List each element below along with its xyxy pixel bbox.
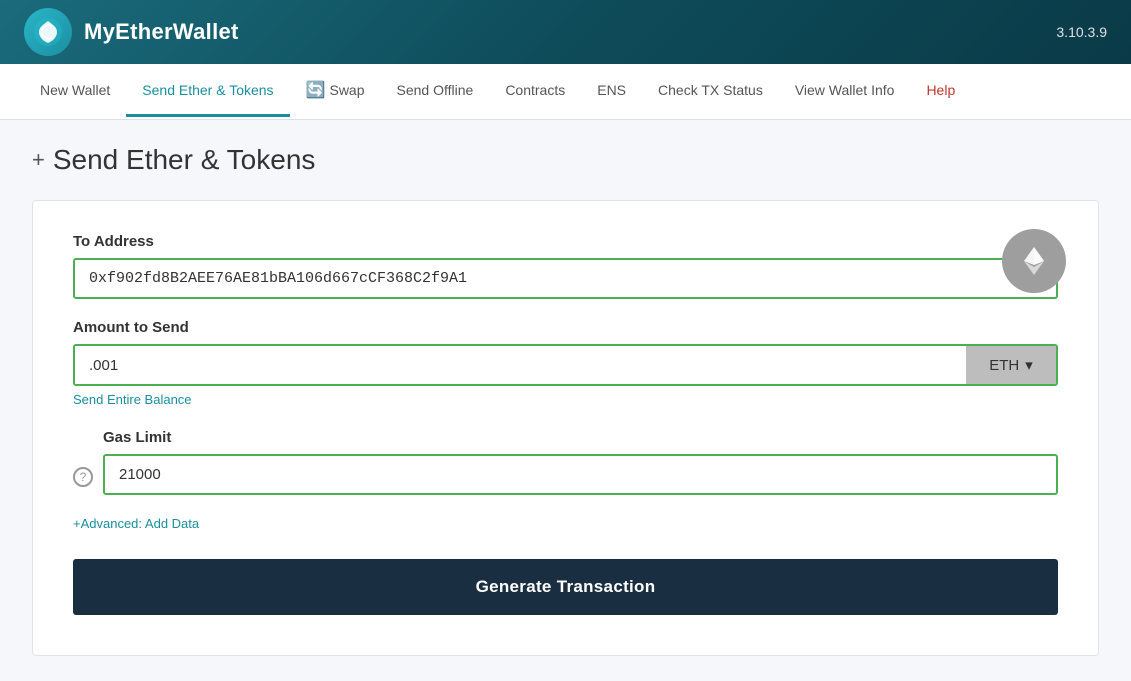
gas-limit-input[interactable] (103, 454, 1058, 495)
amount-row: ETH ▾ (73, 344, 1058, 386)
eth-logo (1002, 229, 1066, 293)
app-version: 3.10.3.9 (1056, 24, 1107, 40)
nav-help[interactable]: Help (910, 66, 971, 117)
gas-limit-label: Gas Limit (103, 429, 1058, 446)
generate-transaction-button[interactable]: Generate Transaction (73, 559, 1058, 615)
nav-send-ether[interactable]: Send Ether & Tokens (126, 66, 289, 117)
amount-label: Amount to Send (73, 319, 1058, 336)
app-header: MyEtherWallet 3.10.3.9 (0, 0, 1131, 64)
header-left: MyEtherWallet (24, 8, 239, 56)
app-name: MyEtherWallet (84, 19, 239, 45)
amount-input[interactable] (75, 346, 966, 384)
page-title: Send Ether & Tokens (53, 144, 316, 176)
app-logo (24, 8, 72, 56)
to-address-input[interactable] (73, 258, 1058, 299)
nav-swap-label: Swap (329, 82, 364, 98)
send-entire-balance-link[interactable]: Send Entire Balance (73, 392, 192, 407)
gas-help-icon[interactable]: ? (73, 467, 93, 487)
page-title-row: + Send Ether & Tokens (32, 144, 1099, 176)
dropdown-arrow-icon: ▾ (1025, 356, 1033, 374)
gas-field-wrap: Gas Limit (103, 429, 1058, 495)
nav-ens[interactable]: ENS (581, 66, 642, 117)
gas-limit-row: ? Gas Limit (73, 429, 1058, 495)
currency-label: ETH (989, 357, 1019, 374)
amount-group: Amount to Send ETH ▾ Send Entire Balance (73, 319, 1058, 409)
currency-dropdown-btn[interactable]: ETH ▾ (966, 346, 1056, 384)
to-address-label: To Address (73, 233, 1058, 250)
page-content: + Send Ether & Tokens To Address Amount … (0, 120, 1131, 680)
nav-send-offline[interactable]: Send Offline (381, 66, 490, 117)
nav-contracts[interactable]: Contracts (489, 66, 581, 117)
swap-icon: 🔄 (306, 80, 326, 100)
to-address-group: To Address (73, 233, 1058, 299)
nav-check-tx[interactable]: Check TX Status (642, 66, 779, 117)
nav-new-wallet[interactable]: New Wallet (24, 66, 126, 117)
send-form-card: To Address Amount to Send ETH ▾ Send Ent… (32, 200, 1099, 656)
nav-view-wallet[interactable]: View Wallet Info (779, 66, 911, 117)
main-nav: New Wallet Send Ether & Tokens 🔄 Swap Se… (0, 64, 1131, 120)
advanced-link[interactable]: +Advanced: Add Data (73, 516, 199, 531)
plus-icon: + (32, 147, 45, 173)
nav-swap[interactable]: 🔄 Swap (290, 64, 381, 119)
